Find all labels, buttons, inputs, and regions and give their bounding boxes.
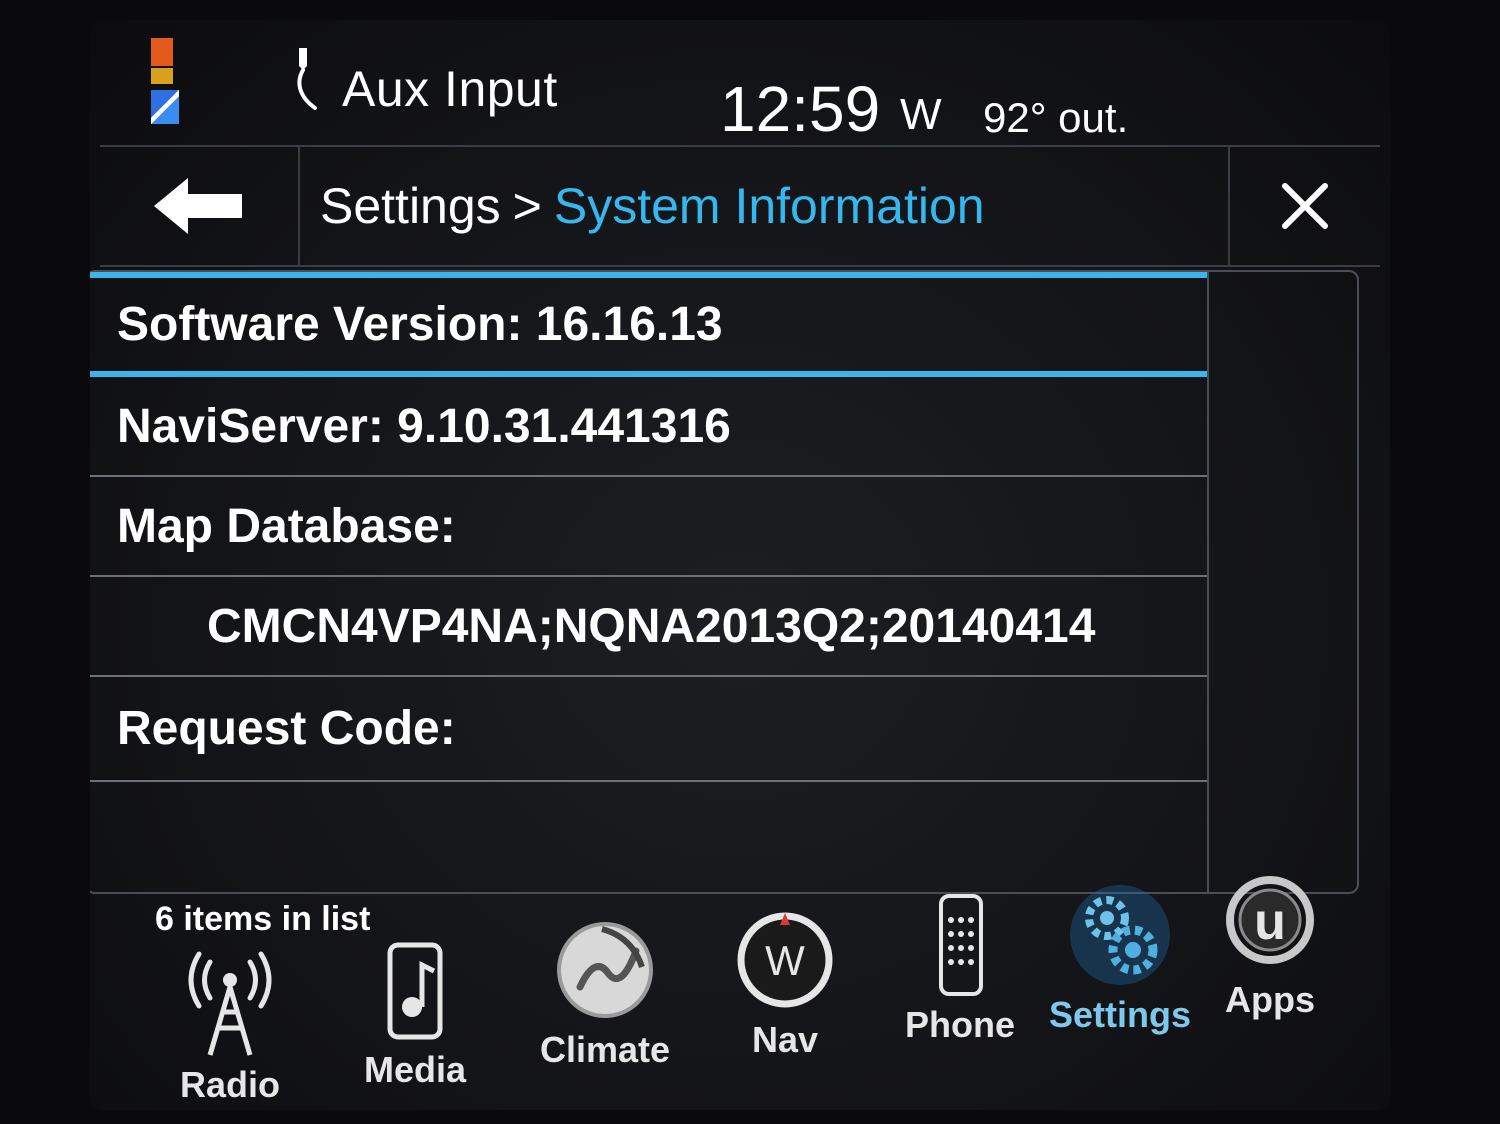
- nav-phone[interactable]: Phone: [875, 890, 1045, 1046]
- list-item-label: Map Database:: [117, 499, 456, 553]
- nav-apps[interactable]: u Apps: [1185, 865, 1355, 1021]
- media-player-icon: [387, 942, 443, 1040]
- breadcrumb-separator: >: [512, 178, 542, 234]
- aux-plug-icon: [297, 48, 317, 110]
- page-header: Settings > System Information: [100, 145, 1380, 267]
- uconnect-logo-icon: [145, 38, 179, 128]
- close-icon: [1282, 183, 1328, 229]
- radio-tower-icon: [188, 951, 272, 1056]
- nav-apps-label: Apps: [1225, 979, 1315, 1020]
- compass-icon: W: [737, 912, 833, 1008]
- back-arrow-icon: [154, 178, 242, 234]
- list-item-label: Software Version: 16.16.13: [117, 298, 723, 351]
- phone-keypad-icon: [939, 894, 983, 996]
- settings-gears-icon: [1070, 885, 1170, 985]
- list-item-naviserver[interactable]: NaviServer: 9.10.31.441316: [90, 377, 1207, 477]
- climate-icon: [557, 922, 653, 1018]
- scroll-track[interactable]: [1209, 272, 1357, 892]
- list-item-label: NaviServer: 9.10.31.441316: [117, 399, 731, 453]
- outside-temperature: 92° out.: [983, 94, 1129, 141]
- nav-radio-label: Radio: [179, 1064, 280, 1105]
- list-rows: Software Version: 16.16.13 NaviServer: 9…: [90, 272, 1209, 892]
- breadcrumb-parent[interactable]: Settings: [320, 178, 501, 234]
- back-button[interactable]: [100, 147, 300, 265]
- nav-media-label: Media: [363, 1049, 467, 1090]
- nav-settings-label: Settings: [1048, 994, 1191, 1035]
- system-info-list: Software Version: 16.16.13 NaviServer: 9…: [90, 270, 1359, 894]
- list-item-label: CMCN4VP4NA;NQNA2013Q2;20140414: [207, 599, 1096, 653]
- nav-climate-label: Climate: [539, 1029, 671, 1070]
- list-item-map-database-value[interactable]: CMCN4VP4NA;NQNA2013Q2;20140414: [90, 577, 1207, 677]
- compass-direction: W: [900, 90, 942, 139]
- list-item-label: Request Code:: [117, 702, 456, 755]
- nav-climate[interactable]: Climate: [520, 915, 690, 1071]
- breadcrumb-current: System Information: [553, 178, 985, 234]
- nav-phone-label: Phone: [904, 1004, 1015, 1045]
- list-item-request-code[interactable]: Request Code:: [90, 677, 1207, 782]
- nav-settings[interactable]: Settings: [1035, 880, 1205, 1036]
- nav-radio[interactable]: Radio: [145, 950, 315, 1106]
- clock: 12:59: [720, 73, 881, 145]
- audio-source-label[interactable]: Aux Input: [342, 60, 558, 118]
- breadcrumb: Settings > System Information: [320, 177, 985, 235]
- compass-letter: W: [765, 937, 805, 984]
- bottom-nav-bar: Radio Media Climate W Nav Phone Settings…: [90, 865, 1390, 1110]
- uconnect-apps-icon: u: [1226, 876, 1314, 964]
- head-unit-screen: Aux Input 12:59 W 92° out. Settings > Syst…: [90, 20, 1390, 1110]
- list-item-map-database[interactable]: Map Database:: [90, 477, 1207, 577]
- status-bar: Aux Input 12:59 W 92° out.: [90, 20, 1390, 145]
- close-button[interactable]: [1228, 147, 1380, 265]
- svg-text:u: u: [1254, 893, 1286, 951]
- nav-media[interactable]: Media: [330, 935, 500, 1091]
- list-item-software-version[interactable]: Software Version: 16.16.13: [90, 272, 1207, 377]
- nav-navigation[interactable]: W Nav: [700, 905, 870, 1061]
- nav-navigation-label: Nav: [751, 1019, 819, 1060]
